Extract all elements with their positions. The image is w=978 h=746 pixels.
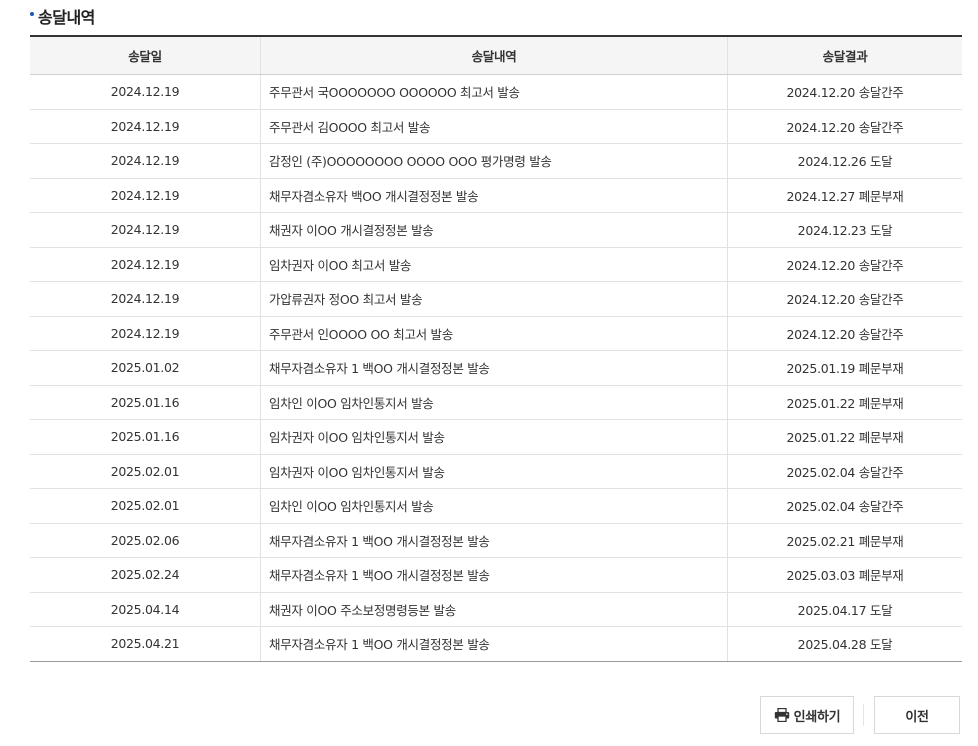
cell-delivery-result: 2025.01.22 폐문부재 (727, 419, 962, 455)
table-row: 2024.12.19 채무자겸소유자 백OO 개시결정정본 발송 2024.12.2… (30, 178, 962, 213)
cell-delivery-content: 주무관서 인OOOO OO 최고서 발송 (260, 316, 728, 351)
cell-delivery-result: 2024.12.26 도달 (727, 143, 962, 179)
cell-delivery-date: 2025.04.21 (30, 626, 261, 662)
cell-delivery-content: 가압류권자 정OO 최고서 발송 (260, 281, 728, 317)
cell-delivery-content: 주무관서 국OOOOOOO OOOOOO 최고서 발송 (260, 74, 728, 110)
print-button-label: 인쇄하기 (793, 709, 841, 725)
button-divider (863, 704, 864, 726)
cell-delivery-date: 2024.12.19 (30, 178, 261, 213)
cell-delivery-result: 2025.01.19 폐문부재 (727, 350, 962, 386)
bullet-icon (30, 12, 34, 16)
section-title-text: 송달내역 (38, 8, 95, 27)
cell-delivery-result: 2024.12.20 송달간주 (727, 316, 962, 351)
table-row: 2025.04.14 채권자 이OO 주소보정명령등본 발송 2025.04.17 … (30, 592, 962, 627)
cell-delivery-result: 2025.01.22 폐문부재 (727, 385, 962, 420)
cell-delivery-content: 임차권자 이OO 최고서 발송 (260, 247, 728, 282)
table-row: 2025.02.06 채무자겸소유자 1 백OO 개시결정정본 발송 2025.02… (30, 523, 962, 558)
cell-delivery-content: 채무자겸소유자 1 백OO 개시결정정본 발송 (260, 350, 728, 386)
header-delivery-result: 송달결과 (727, 35, 962, 75)
cell-delivery-result: 2024.12.20 송달간주 (727, 109, 962, 144)
previous-button-label: 이전 (905, 709, 929, 725)
cell-delivery-date: 2025.02.01 (30, 488, 261, 524)
table-row: 2024.12.19 주무관서 김OOOO 최고서 발송 2024.12.20 송달… (30, 109, 962, 144)
cell-delivery-result: 2025.04.17 도달 (727, 592, 962, 627)
cell-delivery-result: 2025.02.04 송달간주 (727, 488, 962, 524)
cell-delivery-result: 2024.12.20 송달간주 (727, 281, 962, 317)
header-delivery-date: 송달일 (30, 35, 261, 75)
delivery-history-table-container: 송달일 송달내역 송달결과 2024.12.19 주무관서 국OOOOOOO OO… (30, 35, 962, 662)
cell-delivery-result: 2025.02.21 폐문부재 (727, 523, 962, 558)
cell-delivery-date: 2024.12.19 (30, 316, 261, 351)
table-row: 2025.01.02 채무자겸소유자 1 백OO 개시결정정본 발송 2025.01… (30, 350, 962, 386)
section-title: 송달내역 (30, 4, 95, 28)
table-row: 2025.02.01 임차인 이OO 임차인통지서 발송 2025.02.04 송달… (30, 488, 962, 524)
cell-delivery-date: 2025.02.01 (30, 454, 261, 489)
table-row: 2025.02.01 임차권자 이OO 임차인통지서 발송 2025.02.04 송… (30, 454, 962, 489)
cell-delivery-result: 2025.04.28 도달 (727, 626, 962, 662)
table-header-row: 송달일 송달내역 송달결과 (30, 35, 962, 75)
previous-button[interactable]: 이전 (874, 696, 960, 734)
cell-delivery-date: 2024.12.19 (30, 212, 261, 248)
cell-delivery-date: 2024.12.19 (30, 74, 261, 110)
cell-delivery-result: 2024.12.20 송달간주 (727, 247, 962, 282)
table-row: 2025.04.21 채무자겸소유자 1 백OO 개시결정정본 발송 2025.04… (30, 626, 962, 662)
printer-icon (774, 708, 790, 722)
delivery-history-table: 송달일 송달내역 송달결과 2024.12.19 주무관서 국OOOOOOO OO… (30, 35, 962, 662)
cell-delivery-date: 2025.01.16 (30, 385, 261, 420)
cell-delivery-date: 2024.12.19 (30, 281, 261, 317)
cell-delivery-date: 2024.12.19 (30, 143, 261, 179)
cell-delivery-content: 임차권자 이OO 임차인통지서 발송 (260, 419, 728, 455)
table-row: 2024.12.19 임차권자 이OO 최고서 발송 2024.12.20 송달간주 (30, 247, 962, 282)
cell-delivery-result: 2025.03.03 폐문부재 (727, 557, 962, 593)
cell-delivery-content: 주무관서 김OOOO 최고서 발송 (260, 109, 728, 144)
table-row: 2025.01.16 임차인 이OO 임차인통지서 발송 2025.01.22 폐문… (30, 385, 962, 420)
cell-delivery-date: 2024.12.19 (30, 109, 261, 144)
table-row: 2024.12.19 감정인 (주)OOOOOOOO OOOO OOO 평가명령 … (30, 143, 962, 179)
cell-delivery-content: 임차인 이OO 임차인통지서 발송 (260, 385, 728, 420)
cell-delivery-result: 2024.12.27 폐문부재 (727, 178, 962, 213)
table-row: 2024.12.19 채권자 이OO 개시결정정본 발송 2024.12.23 도달 (30, 212, 962, 248)
cell-delivery-result: 2024.12.20 송달간주 (727, 74, 962, 110)
cell-delivery-content: 채무자겸소유자 백OO 개시결정정본 발송 (260, 178, 728, 213)
cell-delivery-content: 임차권자 이OO 임차인통지서 발송 (260, 454, 728, 489)
cell-delivery-content: 채무자겸소유자 1 백OO 개시결정정본 발송 (260, 626, 728, 662)
table-row: 2024.12.19 주무관서 인OOOO OO 최고서 발송 2024.12.20… (30, 316, 962, 351)
cell-delivery-date: 2025.04.14 (30, 592, 261, 627)
header-delivery-content: 송달내역 (260, 35, 728, 75)
cell-delivery-date: 2025.02.24 (30, 557, 261, 593)
cell-delivery-content: 감정인 (주)OOOOOOOO OOOO OOO 평가명령 발송 (260, 143, 728, 179)
table-row: 2025.02.24 채무자겸소유자 1 백OO 개시결정정본 발송 2025.03… (30, 557, 962, 593)
cell-delivery-date: 2024.12.19 (30, 247, 261, 282)
table-row: 2025.01.16 임차권자 이OO 임차인통지서 발송 2025.01.22 폐… (30, 419, 962, 455)
cell-delivery-result: 2024.12.23 도달 (727, 212, 962, 248)
cell-delivery-date: 2025.01.02 (30, 350, 261, 386)
cell-delivery-date: 2025.01.16 (30, 419, 261, 455)
cell-delivery-content: 채무자겸소유자 1 백OO 개시결정정본 발송 (260, 557, 728, 593)
cell-delivery-result: 2025.02.04 송달간주 (727, 454, 962, 489)
cell-delivery-content: 채권자 이OO 주소보정명령등본 발송 (260, 592, 728, 627)
cell-delivery-content: 채무자겸소유자 1 백OO 개시결정정본 발송 (260, 523, 728, 558)
table-body: 2024.12.19 주무관서 국OOOOOOO OOOOOO 최고서 발송 202… (30, 74, 962, 662)
table-row: 2024.12.19 주무관서 국OOOOOOO OOOOOO 최고서 발송 202… (30, 74, 962, 110)
cell-delivery-date: 2025.02.06 (30, 523, 261, 558)
print-button[interactable]: 인쇄하기 (760, 696, 854, 734)
table-row: 2024.12.19 가압류권자 정OO 최고서 발송 2024.12.20 송달간… (30, 281, 962, 317)
cell-delivery-content: 임차인 이OO 임차인통지서 발송 (260, 488, 728, 524)
cell-delivery-content: 채권자 이OO 개시결정정본 발송 (260, 212, 728, 248)
